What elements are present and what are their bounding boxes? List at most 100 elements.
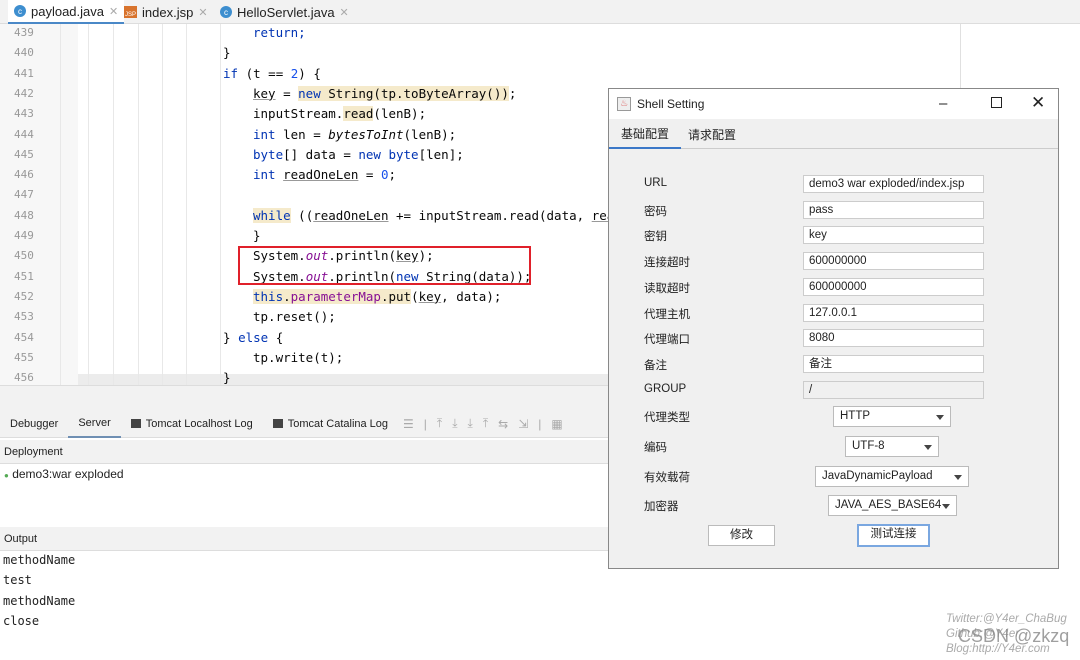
bottom-tab[interactable]: Tomcat Catalina Log [263,410,398,438]
line-number: 451 [14,269,34,283]
toolbar-icon[interactable]: ⤒ [483,416,488,431]
test-connection-button[interactable]: 测试连接 [857,524,930,547]
tab-basic-config[interactable]: 基础配置 [609,119,682,149]
line-gutter [0,24,78,385]
code-line: return; [253,25,306,40]
code-line: } [223,370,231,385]
java-app-icon: ♨ [617,97,631,111]
tab-request-config[interactable]: 请求配置 [676,119,748,149]
field-input[interactable]: key [803,226,984,245]
field-input[interactable]: 127.0.0.1 [803,303,984,322]
file-tab-label: index.jsp [142,4,194,20]
file-tab[interactable]: JSP index.jsp ✕ [118,0,214,24]
close-tab-icon[interactable]: ✕ [198,6,207,19]
code-line: tp.write(t); [253,350,343,365]
dialog-tabs: 基础配置 请求配置 [609,119,1058,149]
field-input[interactable]: 8080 [803,329,984,348]
code-token: new [358,146,381,162]
deployment-header: Deployment [0,440,608,464]
file-tab[interactable]: c HelloServlet.java ✕ [214,0,355,24]
code-token: read [343,106,374,122]
bottom-tab[interactable]: Tomcat Localhost Log [121,410,263,438]
line-number: 448 [14,208,34,222]
toolbar-icon[interactable]: ⇆ [498,417,508,431]
line-number: 440 [14,46,34,60]
log-icon [130,419,141,428]
chevron-down-icon [954,475,962,480]
file-tab-bar: c payload.java ✕ JSP index.jsp ✕ c HelloServlet… [0,0,1080,24]
code-token: readOneLen [283,167,359,183]
code-line: inputStream.read(lenB); [253,106,426,122]
code-token: parameterMap [290,288,381,304]
code-line: if (t == 2) { [223,66,321,81]
code-token: , data); [441,288,502,304]
field-input[interactable]: 备注 [803,354,984,373]
code-token: ; [388,167,397,183]
toolbar-icon[interactable]: ⤓ [452,416,457,431]
field-input[interactable]: 600000000 [803,252,984,271]
file-tab[interactable]: c payload.java ✕ [8,0,125,24]
code-line: } [223,45,231,60]
line-number: 452 [14,289,34,303]
select-label: 编码 [644,442,667,454]
indent-guide [88,24,89,385]
field-input: / [803,380,984,399]
code-token: = [358,167,381,183]
code-token: String(tp.toByteArray()) [320,85,509,101]
field-label: 读取超时 [644,282,690,295]
toolbar-icon[interactable]: | [424,417,427,431]
code-token: this [253,288,284,304]
toolbar-icon[interactable]: ☰ [403,417,414,431]
field-label: URL [644,177,668,189]
dropdown-select[interactable]: JAVA_AES_BASE64 [828,495,957,516]
toolbar-icon[interactable]: ⤓ [468,416,473,431]
code-line: this.parameterMap.put(key, data); [253,288,502,304]
dropdown-select[interactable]: HTTP [833,406,951,427]
code-token: [] data = [283,146,359,162]
dialog-title: Shell Setting [637,97,705,111]
code-token: int [253,167,276,183]
code-token: { [268,329,284,345]
log-icon [272,419,283,428]
code-token: } [223,370,231,386]
line-number: 446 [14,168,34,182]
code-line: int len = bytesToInt(lenB); [253,127,456,142]
deployment-item[interactable]: ● demo3:war exploded [4,467,124,481]
modify-button[interactable]: 修改 [708,525,775,546]
chevron-down-icon [936,415,944,420]
code-token: ( [411,288,419,304]
line-number: 442 [14,86,34,100]
maximize-button[interactable] [991,97,1002,108]
dropdown-select[interactable]: UTF-8 [845,436,939,457]
field-input[interactable]: pass [803,200,984,219]
line-number: 444 [14,127,34,141]
field-input[interactable]: demo3 war exploded/index.jsp [803,175,984,193]
toolbar-icon[interactable]: ▦ [551,417,562,431]
toolbar-icon[interactable]: | [538,417,541,431]
close-tab-icon[interactable]: ✕ [109,5,118,18]
indent-guide [220,24,221,385]
line-number: 454 [14,330,34,344]
line-number: 455 [14,350,34,364]
bottom-tab[interactable]: Server [68,410,121,438]
code-token: (t == [238,65,291,81]
toolbar-icon[interactable]: ⇲ [518,417,528,431]
minimize-button[interactable]: – [939,95,947,112]
line-number: 453 [14,310,34,324]
close-button[interactable]: ✕ [1031,93,1045,113]
jsp-file-icon: JSP [124,6,137,18]
file-tab-label: payload.java [31,3,104,19]
field-input[interactable]: 600000000 [803,277,984,296]
dropdown-select[interactable]: JavaDynamicPayload [815,466,969,487]
code-token: key [418,288,442,304]
output-header: Output [0,527,608,551]
close-tab-icon[interactable]: ✕ [340,6,349,19]
code-token: bytesToInt [328,126,404,142]
code-token: int [253,126,276,142]
code-token: (lenB); [403,126,457,142]
code-token: return; [253,25,306,40]
code-token: .put [380,288,412,304]
toolbar-icon[interactable]: ⤒ [437,416,442,431]
bottom-tab[interactable]: Debugger [0,410,68,438]
code-token: [len]; [418,146,464,162]
